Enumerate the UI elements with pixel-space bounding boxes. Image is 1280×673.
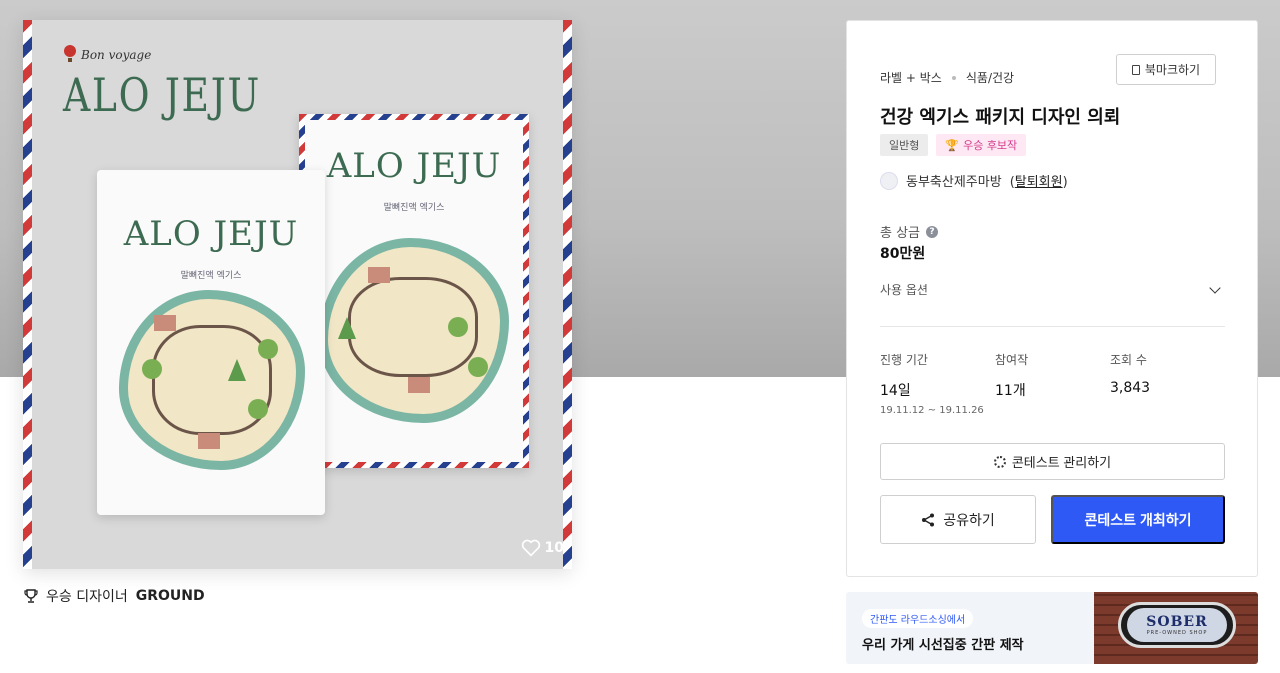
trophy-icon: 🏆 bbox=[945, 138, 960, 152]
views-label: 조회 수 bbox=[1110, 353, 1147, 367]
sign-main-text: SOBER bbox=[1146, 614, 1208, 630]
prize-label-text: 총 상금 bbox=[880, 226, 921, 241]
options-label: 사용 옵션 bbox=[880, 283, 928, 297]
package-back-subtitle: 말뼈진액 엑기스 bbox=[383, 203, 445, 213]
heart-icon bbox=[521, 539, 540, 557]
ad-text: 우리 가게 시선집중 간판 제작 bbox=[862, 638, 1024, 653]
map-house bbox=[368, 267, 390, 283]
bookmark-icon bbox=[1131, 64, 1140, 75]
bookmark-label: 북마크하기 bbox=[1144, 63, 1201, 77]
prize-value: 80만원 bbox=[880, 246, 926, 262]
package-front-title: ALO JEJU bbox=[123, 214, 299, 254]
stat-participants: 참여작 11개 bbox=[995, 351, 1110, 416]
brand-tagline: Bon voyage bbox=[81, 48, 152, 62]
airmail-border-right bbox=[563, 20, 572, 569]
period-range: 19.11.12 ~ 19.11.26 bbox=[880, 405, 984, 416]
package-back: ALO JEJU 말뼈진액 엑기스 bbox=[299, 114, 529, 468]
owner-status-wrap: (탈퇴회원) bbox=[1009, 175, 1068, 190]
contest-owner: 동부축산제주마방 (탈퇴회원) bbox=[880, 171, 1068, 190]
island-map bbox=[119, 290, 305, 470]
island-map bbox=[319, 238, 509, 423]
period-value: 14일 bbox=[880, 383, 911, 399]
owner-name: 동부축산제주마방 bbox=[906, 175, 1002, 190]
map-tree bbox=[142, 359, 162, 379]
package-back-title: ALO JEJU bbox=[326, 146, 502, 186]
contest-title: 건강 엑기스 패키지 디자인 의뢰 bbox=[880, 107, 1121, 128]
map-house bbox=[154, 315, 176, 331]
prize-label: 총 상금 ? bbox=[880, 222, 939, 241]
candidate-badge: 🏆 우승 후보작 bbox=[936, 134, 1027, 156]
owner-status[interactable]: 탈퇴회원 bbox=[1015, 175, 1063, 190]
contest-info-panel: 라벨 + 박스 식품/건강 북마크하기 건강 엑기스 패키지 디자인 의뢰 일반… bbox=[846, 20, 1258, 577]
share-label: 공유하기 bbox=[943, 511, 995, 528]
ad-tag: 간판도 라우드소싱에서 bbox=[862, 609, 974, 628]
manage-label: 콘테스트 관리하기 bbox=[1011, 455, 1112, 470]
sign-face: SOBER PRE-OWNED SHOP bbox=[1127, 608, 1227, 642]
stat-period: 진행 기간 14일 19.11.12 ~ 19.11.26 bbox=[880, 351, 995, 416]
participants-label: 참여작 bbox=[995, 353, 1029, 367]
contest-stats: 진행 기간 14일 19.11.12 ~ 19.11.26 참여작 11개 조회… bbox=[880, 351, 1225, 416]
like-button[interactable]: 10 bbox=[521, 539, 564, 557]
trophy-icon bbox=[24, 589, 38, 603]
package-front-subtitle: 말뼈진액 엑기스 bbox=[180, 271, 242, 281]
map-house bbox=[408, 377, 430, 393]
map-tree bbox=[228, 359, 246, 381]
share-icon bbox=[922, 513, 935, 526]
map-house bbox=[198, 433, 220, 449]
help-icon[interactable]: ? bbox=[926, 225, 939, 238]
breadcrumb-separator bbox=[951, 75, 956, 80]
contest-badges: 일반형 🏆 우승 후보작 bbox=[880, 134, 1027, 156]
map-tree bbox=[448, 317, 468, 337]
winner-name[interactable]: GROUND bbox=[136, 588, 205, 604]
bookmark-button[interactable]: 북마크하기 bbox=[1116, 54, 1216, 85]
manage-contest-button[interactable]: 콘테스트 관리하기 bbox=[880, 443, 1225, 480]
open-contest-button[interactable]: 콘테스트 개최하기 bbox=[1051, 495, 1225, 544]
owner-avatar bbox=[880, 171, 898, 190]
period-label: 진행 기간 bbox=[880, 353, 928, 367]
package-front: ALO JEJU 말뼈진액 엑기스 bbox=[97, 170, 325, 515]
gear-icon bbox=[993, 455, 1006, 468]
type-badge: 일반형 bbox=[880, 134, 929, 156]
ad-image: SOBER PRE-OWNED SHOP bbox=[1094, 592, 1258, 664]
map-tree bbox=[248, 399, 268, 419]
category-secondary[interactable]: 식품/건강 bbox=[966, 69, 1014, 86]
ad-banner[interactable]: 간판도 라우드소싱에서 우리 가게 시선집중 간판 제작 SOBER PRE-O… bbox=[846, 592, 1258, 664]
winning-artwork[interactable]: Bon voyage ALO JEJU ALO JEJU 말뼈진액 엑기스 AL… bbox=[23, 20, 572, 569]
chevron-down-icon bbox=[1209, 281, 1221, 294]
category-primary[interactable]: 라벨 + 박스 bbox=[880, 69, 942, 86]
participants-value: 11개 bbox=[995, 383, 1026, 399]
stat-views: 조회 수 3,843 bbox=[1110, 351, 1225, 416]
winner-label: 우승 디자이너 bbox=[46, 589, 128, 605]
map-tree bbox=[338, 317, 356, 339]
breadcrumb: 라벨 + 박스 식품/건강 bbox=[880, 69, 1014, 86]
sign-sub-text: PRE-OWNED SHOP bbox=[1146, 630, 1208, 636]
share-button[interactable]: 공유하기 bbox=[880, 495, 1036, 544]
sign-image: SOBER PRE-OWNED SHOP bbox=[1118, 602, 1236, 648]
candidate-badge-label: 우승 후보작 bbox=[963, 139, 1018, 152]
airmail-border-left bbox=[23, 20, 32, 569]
brand-title: ALO JEJU bbox=[63, 68, 261, 122]
hot-air-balloon-icon bbox=[64, 45, 76, 62]
map-tree bbox=[468, 357, 488, 377]
like-count: 10 bbox=[544, 540, 564, 556]
winner-designer: 우승 디자이너 GROUND bbox=[24, 586, 205, 606]
options-toggle[interactable]: 사용 옵션 bbox=[880, 281, 1225, 298]
map-tree bbox=[258, 339, 278, 359]
views-value: 3,843 bbox=[1110, 380, 1151, 396]
divider bbox=[880, 326, 1225, 327]
